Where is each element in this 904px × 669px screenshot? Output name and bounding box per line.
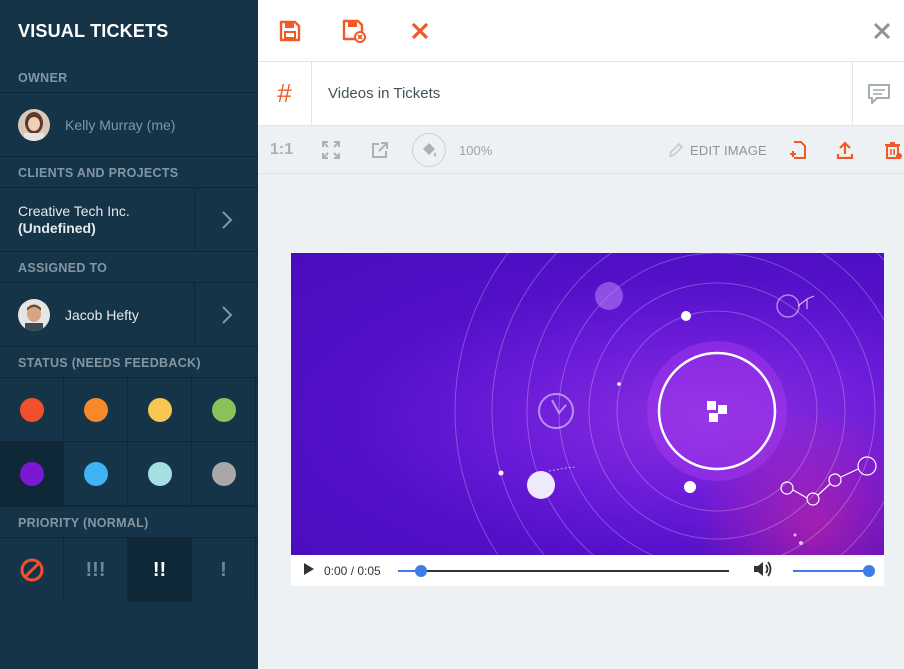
priority-low-button[interactable]: ! [192,538,256,602]
client-chevron-right-icon[interactable] [194,188,258,251]
priority-none-button[interactable] [0,538,64,602]
owner-row: Kelly Murray (me) [0,93,258,157]
volume-handle[interactable] [862,564,875,577]
status-color-dot [147,397,172,422]
save-icon[interactable] [276,17,304,45]
video-player[interactable]: 0:00 / 0:05 [291,253,884,586]
video-controls: 0:00 / 0:05 [291,555,884,586]
assignee-chevron-right-icon[interactable] [194,283,258,346]
background-fill-icon[interactable] [412,133,446,167]
priority-high-button[interactable]: !!! [64,538,128,602]
ticket-title[interactable]: Videos in Tickets [328,85,440,102]
status-color-dot [211,397,236,422]
status-swatch[interactable] [192,378,256,442]
client-name: Creative Tech Inc. [18,202,130,219]
progress-handle[interactable] [414,564,427,577]
app-title: VISUAL TICKETS [18,21,169,41]
status-swatch[interactable] [128,442,192,506]
priority-heading: PRIORITY (NORMAL) [0,507,258,538]
video-progress-slider[interactable] [397,564,729,578]
status-swatch[interactable] [192,442,256,506]
fullscreen-icon[interactable] [322,126,340,174]
priority-normal-button[interactable]: !! [128,538,192,602]
comment-icon[interactable] [852,62,904,126]
status-swatch[interactable] [0,442,64,506]
assigned-heading: ASSIGNED TO [0,252,258,283]
status-swatch[interactable] [64,442,128,506]
status-color-dot [19,397,44,422]
discard-close-icon[interactable] [406,17,434,45]
add-file-icon[interactable] [788,126,808,174]
volume-icon[interactable] [753,560,773,581]
video-motion-graphic [454,253,884,555]
status-heading: STATUS (NEEDS FEEDBACK) [0,347,258,378]
client-project-row[interactable]: Creative Tech Inc. (Undefined) [0,188,258,252]
sidebar: VISUAL TICKETS OWNER Kelly Murray (me) C… [0,0,258,669]
status-swatches [0,378,258,507]
delete-icon[interactable] [884,126,902,174]
edit-image-button[interactable]: EDIT IMAGE [690,126,767,174]
status-color-dot [83,461,108,486]
status-swatch[interactable] [64,378,128,442]
status-swatch[interactable] [128,378,192,442]
clients-heading: CLIENTS AND PROJECTS [0,157,258,188]
video-frame[interactable] [291,253,884,555]
owner-heading: OWNER [0,62,258,93]
ticket-title-bar: # Videos in Tickets [258,61,904,126]
no-priority-icon [20,558,43,582]
upload-icon[interactable] [836,126,854,174]
status-color-dot [19,461,44,486]
video-time: 0:00 / 0:05 [324,563,381,578]
status-color-dot [83,397,108,422]
project-name: (Undefined) [18,219,96,236]
status-color-dot [147,461,172,486]
assignee-row[interactable]: Jacob Hefty [0,283,258,347]
close-panel-icon[interactable] [868,17,896,45]
status-color-dot [211,461,236,486]
actual-size-button[interactable]: 1:1 [270,126,293,174]
pencil-icon[interactable] [668,126,684,174]
assignee-name: Jacob Hefty [65,306,139,323]
owner-avatar [18,108,50,141]
open-external-icon[interactable] [371,126,389,174]
volume-slider[interactable] [792,564,875,578]
assignee-avatar [18,298,50,331]
status-swatch[interactable] [0,378,64,442]
main-panel: # Videos in Tickets 1:1 100% EDIT IMAGE … [258,0,904,669]
image-toolbar: 1:1 100% EDIT IMAGE [258,126,904,174]
save-and-close-icon[interactable] [340,17,368,45]
priority-options: !!! !! ! [0,538,258,602]
play-icon[interactable] [303,562,315,579]
top-toolbar [258,0,904,62]
owner-name: Kelly Murray (me) [65,116,176,133]
ticket-hash-icon: # [258,61,312,126]
zoom-level: 100% [459,142,493,158]
